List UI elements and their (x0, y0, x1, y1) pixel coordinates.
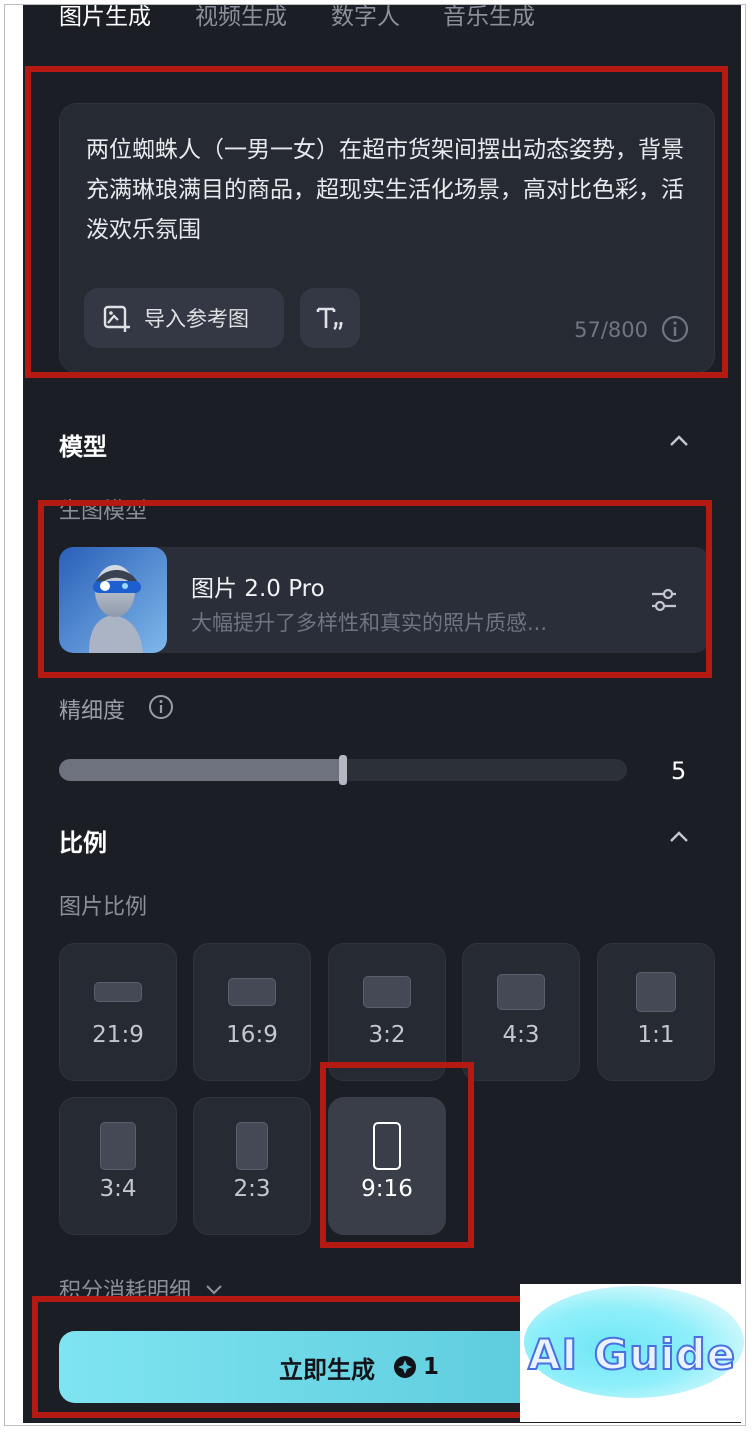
model-section-title: 模型 (59, 433, 107, 461)
ratio-3-2-icon (363, 976, 411, 1008)
generate-cost: 1 (422, 1354, 439, 1380)
ratio-option-4-3[interactable]: 4:3 (462, 943, 580, 1081)
model-sub-label: 生图模型 (59, 499, 148, 524)
ratio-21-9-icon (94, 982, 142, 1002)
ratio-label: 2:3 (233, 1176, 271, 1202)
ratio-option-21-9[interactable]: 21:9 (59, 943, 177, 1081)
chevron-up-icon[interactable] (667, 827, 691, 851)
ratio-label: 3:4 (99, 1176, 137, 1202)
ratio-16-9-icon (228, 978, 276, 1006)
ratio-label: 1:1 (637, 1022, 675, 1048)
ratio-label: 3:2 (368, 1022, 406, 1048)
model-description: 大幅提升了多样性和真实的照片质感... (191, 611, 548, 635)
model-thumbnail (59, 547, 167, 653)
ratio-label: 9:16 (361, 1176, 413, 1202)
generate-label: 立即生成 (278, 1355, 375, 1384)
ratio-option-3-4[interactable]: 3:4 (59, 1097, 177, 1235)
import-reference-label: 导入参考图 (144, 307, 249, 331)
ratio-option-2-3[interactable]: 2:3 (193, 1097, 311, 1235)
ratio-1-1-icon (636, 972, 676, 1012)
detail-value: 5 (671, 757, 687, 785)
model-name: 图片 2.0 Pro (191, 576, 325, 602)
ratio-label: 4:3 (502, 1022, 540, 1048)
ratio-option-16-9[interactable]: 16:9 (193, 943, 311, 1081)
credit-icon (393, 1355, 417, 1379)
ratio-section-title: 比例 (59, 829, 107, 857)
detail-label: 精细度 (59, 699, 126, 724)
active-tab-indicator (59, 67, 163, 71)
text-style-button[interactable] (300, 288, 360, 348)
import-reference-button[interactable]: 导入参考图 (84, 288, 284, 348)
tab-music-generation[interactable]: 音乐生成 (443, 5, 535, 31)
ratio-4-3-icon (497, 974, 545, 1010)
model-selector[interactable]: 图片 2.0 Pro 大幅提升了多样性和真实的照片质感... (59, 547, 709, 653)
ratio-option-9-16[interactable]: 9:16 (328, 1097, 446, 1235)
detail-slider-handle[interactable] (339, 755, 347, 785)
info-icon[interactable] (660, 314, 690, 348)
text-quote-icon (314, 302, 346, 334)
ratio-9-16-icon (373, 1122, 401, 1170)
ratio-sub-label: 图片比例 (59, 895, 148, 920)
tab-video-generation[interactable]: 视频生成 (195, 5, 287, 31)
ratio-3-4-icon (100, 1122, 136, 1170)
detail-info-icon[interactable] (147, 693, 175, 725)
prompt-text[interactable]: 两位蜘蛛人（一男一女）在超市货架间摆出动态姿势，背景充满琳琅满目的商品，超现实生… (86, 130, 686, 250)
sliders-icon[interactable] (649, 585, 679, 619)
generation-panel: 图片生成 视频生成 数字人 音乐生成 两位蜘蛛人（一男一女）在超市货架间摆出动态… (23, 5, 741, 1423)
character-counter: 57/800 (574, 318, 648, 342)
chevron-down-icon (203, 1281, 225, 1297)
watermark-text: AI Guide (527, 1329, 737, 1380)
watermark-logo: AI Guide (520, 1284, 744, 1422)
image-add-icon (102, 303, 132, 333)
prompt-box[interactable]: 两位蜘蛛人（一男一女）在超市货架间摆出动态姿势，背景充满琳琅满目的商品，超现实生… (59, 103, 715, 373)
cost-details-toggle[interactable]: 积分消耗明细 (59, 1273, 225, 1305)
ratio-option-3-2[interactable]: 3:2 (328, 943, 446, 1081)
cost-details-label: 积分消耗明细 (59, 1279, 192, 1304)
tab-digital-human[interactable]: 数字人 (331, 5, 400, 31)
tab-image-generation[interactable]: 图片生成 (59, 5, 151, 31)
screenshot-frame: 图片生成 视频生成 数字人 音乐生成 两位蜘蛛人（一男一女）在超市货架间摆出动态… (4, 4, 746, 1426)
detail-slider-fill (59, 759, 343, 781)
ratio-label: 21:9 (92, 1022, 144, 1048)
detail-slider[interactable] (59, 755, 627, 785)
ratio-label: 16:9 (226, 1022, 278, 1048)
ratio-2-3-icon (236, 1122, 268, 1170)
ratio-option-1-1[interactable]: 1:1 (597, 943, 715, 1081)
chevron-up-icon[interactable] (667, 431, 691, 455)
